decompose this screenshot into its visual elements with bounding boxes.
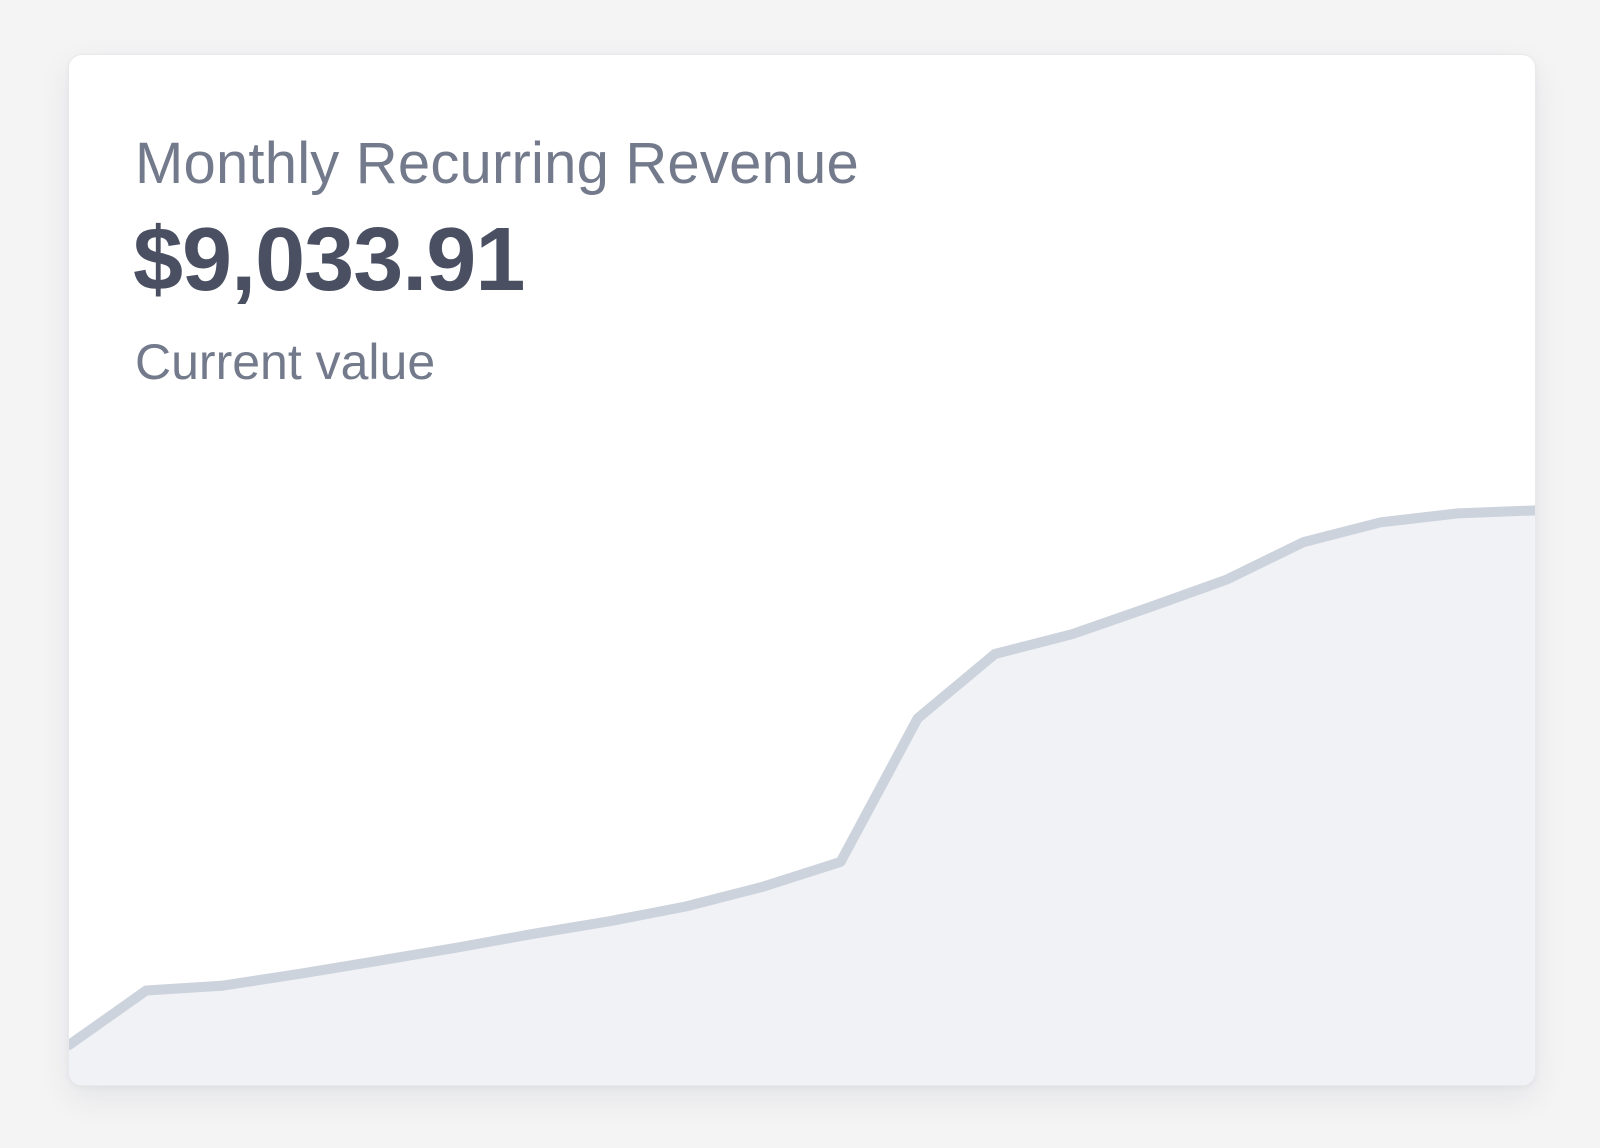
metric-caption: Current value bbox=[135, 334, 436, 390]
mrr-card: Monthly Recurring Revenue $9,033.91 Curr… bbox=[68, 54, 1536, 1086]
metric-title: Monthly Recurring Revenue bbox=[135, 131, 859, 196]
sparkline-area bbox=[69, 510, 1535, 1085]
metric-value: $9,033.91 bbox=[133, 210, 525, 310]
